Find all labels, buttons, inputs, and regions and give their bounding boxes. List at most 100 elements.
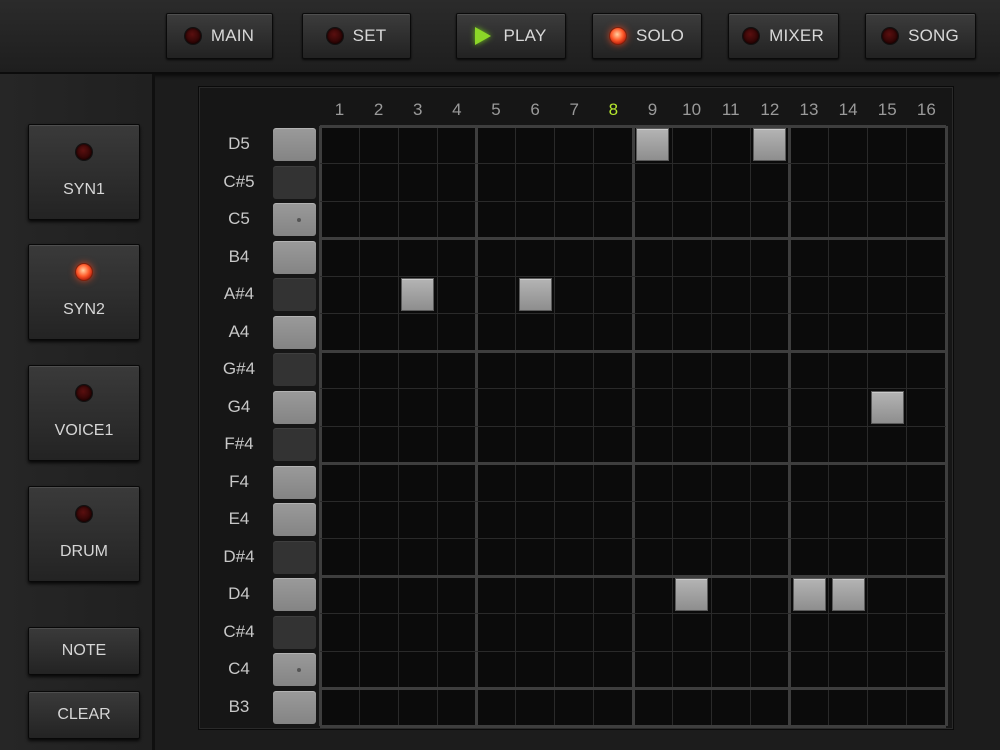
note-label: C4	[228, 659, 250, 678]
led-off-icon	[76, 385, 92, 401]
track-label: SYN1	[63, 181, 105, 198]
note-label: G4	[227, 396, 251, 416]
note-button[interactable]: NOTE	[28, 627, 140, 675]
octave-dot-icon	[297, 218, 301, 222]
note-cell-active[interactable]	[675, 578, 709, 611]
grid-line	[320, 275, 946, 277]
note-label: F#4	[224, 434, 254, 453]
track-button-syn1[interactable]: SYN1	[28, 124, 140, 220]
grid-line	[320, 500, 946, 502]
step-number: 9	[647, 100, 658, 119]
step-number: 8	[608, 100, 619, 119]
led-off-icon	[76, 506, 92, 522]
note-cell-active[interactable]	[518, 278, 552, 311]
step-number: 10	[682, 100, 702, 119]
piano-key[interactable]	[273, 428, 316, 461]
play-button[interactable]: PLAY	[456, 13, 566, 59]
note-label: C#4	[223, 621, 255, 641]
main-button[interactable]: MAIN	[166, 13, 273, 59]
grid-line	[320, 425, 946, 427]
grid-line	[320, 388, 946, 389]
grid-line	[320, 237, 946, 240]
track-label: VOICE1	[54, 422, 114, 439]
grid-line	[320, 650, 946, 652]
grid-line	[320, 613, 946, 614]
clear-button-label: CLEAR	[57, 706, 111, 723]
track-label: DRUM	[60, 543, 108, 560]
grid-line	[320, 313, 946, 314]
step-number: 11	[721, 100, 740, 119]
grid-line	[320, 349, 946, 353]
note-label: D4	[228, 584, 250, 603]
led-off-icon	[882, 28, 899, 44]
note-cell-active[interactable]	[870, 390, 904, 424]
octave-dot-icon	[297, 668, 301, 672]
song-button-label: SONG	[908, 26, 959, 45]
note-cell-active[interactable]	[831, 578, 865, 611]
step-number: 12	[760, 100, 780, 119]
piano-key[interactable]	[273, 690, 316, 724]
led-off-icon	[184, 28, 201, 44]
note-cell-active[interactable]	[636, 128, 669, 161]
grid-line	[320, 462, 946, 465]
note-label: E4	[228, 509, 250, 528]
step-number: 3	[413, 100, 423, 119]
grid-line	[320, 687, 946, 690]
track-button-drum[interactable]: DRUM	[28, 486, 140, 582]
piano-key[interactable]	[273, 465, 316, 499]
piano-key[interactable]	[273, 165, 316, 199]
piano-key[interactable]	[273, 390, 316, 424]
piano-key[interactable]	[273, 203, 316, 236]
led-on-icon	[76, 264, 92, 280]
step-number: 14	[838, 100, 858, 119]
note-cell-active[interactable]	[753, 128, 787, 161]
led-off-icon	[326, 28, 343, 44]
piano-key[interactable]	[273, 315, 316, 349]
track-button-syn2[interactable]: SYN2	[28, 244, 140, 340]
note-label: D#4	[223, 546, 255, 566]
grid-line	[320, 724, 946, 728]
note-label: C#5	[223, 171, 255, 191]
note-label: B3	[228, 696, 250, 716]
step-number: 13	[799, 100, 819, 119]
note-label: C5	[228, 209, 250, 228]
note-label: A4	[228, 321, 250, 341]
mixer-button[interactable]: MIXER	[728, 13, 839, 59]
note-label: F4	[229, 471, 249, 491]
note-cell-active[interactable]	[401, 278, 435, 311]
note-cell-active[interactable]	[792, 578, 826, 611]
step-number: 16	[916, 100, 936, 119]
song-button[interactable]: SONG	[865, 13, 976, 59]
step-number: 5	[491, 100, 501, 119]
track-button-voice1[interactable]: VOICE1	[28, 365, 140, 461]
step-number: 7	[569, 100, 579, 119]
piano-key[interactable]	[273, 578, 316, 611]
grid-line	[320, 163, 946, 164]
note-button-label: NOTE	[61, 642, 107, 659]
solo-button[interactable]: SOLO	[592, 13, 702, 59]
step-number: 4	[452, 100, 462, 119]
clear-button[interactable]: CLEAR	[28, 691, 140, 739]
piano-key[interactable]	[273, 278, 316, 311]
step-number: 2	[373, 100, 384, 119]
set-button-label: SET	[352, 26, 387, 45]
piano-key[interactable]	[273, 240, 316, 274]
piano-key[interactable]	[273, 128, 316, 161]
mixer-button-label: MIXER	[769, 26, 824, 45]
piano-key[interactable]	[273, 353, 316, 386]
step-number: 15	[877, 100, 897, 119]
step-number: 1	[334, 100, 345, 119]
grid-line	[320, 124, 946, 128]
piano-key[interactable]	[273, 615, 316, 649]
note-label: B4	[228, 246, 250, 266]
piano-key[interactable]	[273, 653, 316, 686]
solo-button-label: SOLO	[635, 26, 685, 45]
note-label: D5	[228, 134, 250, 153]
track-label: SYN2	[63, 301, 105, 318]
led-on-icon	[609, 28, 626, 44]
main-button-label: MAIN	[210, 26, 255, 45]
piano-key[interactable]	[273, 540, 316, 574]
piano-key[interactable]	[273, 503, 316, 536]
set-button[interactable]: SET	[302, 13, 411, 59]
led-off-icon	[743, 28, 760, 44]
